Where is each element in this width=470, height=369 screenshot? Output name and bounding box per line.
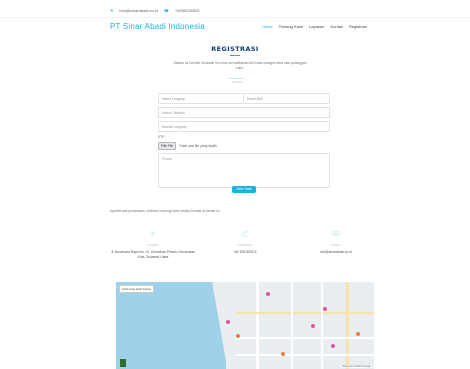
email-label: EMAIL: [331, 243, 341, 247]
message-field[interactable]: Pesan: [158, 153, 330, 188]
pegman-icon[interactable]: [120, 359, 126, 367]
contact-email: ✉ EMAIL info@sinarabadi.co.id: [291, 229, 381, 255]
nav-item-services[interactable]: Layanan: [309, 24, 324, 29]
map-sea: [116, 282, 226, 369]
brand-logo[interactable]: PT Sinar Abadi Indonesia: [110, 22, 205, 31]
phone-icon: ☎: [163, 8, 169, 13]
topbar-email[interactable]: info@sinarabadi.co.id: [119, 8, 158, 13]
phone-field[interactable]: Nomor Telepon: [158, 107, 330, 118]
map-pin-icon[interactable]: [281, 352, 285, 356]
nav-item-home[interactable]: Home: [262, 24, 273, 29]
envelope-icon: ✉: [110, 8, 114, 13]
nav-item-about[interactable]: Tentang Kami: [279, 24, 303, 29]
topbar-divider: [0, 17, 470, 18]
title-underline: [230, 55, 240, 56]
map-attribution: Data peta ©2024 Google: [341, 365, 372, 368]
phone-label: TELEPON: [237, 243, 252, 247]
map-pin-icon[interactable]: [266, 292, 270, 296]
phone-icon: ✆: [241, 229, 249, 239]
map-road: [236, 354, 374, 356]
map-road: [236, 337, 374, 339]
embedded-map[interactable]: Lihat peta lebih besar Data peta ©2024 G…: [116, 282, 374, 369]
intro-text: Silakan isi formulir di bawah ini untuk …: [173, 61, 307, 70]
intro-divider: [229, 78, 245, 79]
map-pin-icon[interactable]: [331, 344, 335, 348]
address-label: ALAMAT: [147, 243, 159, 247]
nav-item-registration[interactable]: Registrasi: [349, 24, 367, 29]
topbar-phone[interactable]: +6285255525: [175, 8, 200, 13]
map-pin-icon[interactable]: [236, 334, 240, 338]
file-input[interactable]: Pilih File Tidak ada file yang dipilih: [158, 142, 330, 150]
nav-item-contact[interactable]: Kontak: [331, 24, 343, 29]
map-pin-icon[interactable]: [356, 332, 360, 336]
address-field[interactable]: Alamat Lengkap: [158, 121, 330, 132]
main-nav: Home Tentang Kami Layanan Kontak Registr…: [262, 24, 367, 29]
address-value: Jl. Boulevard Raya No. 12, Kelurahan Pes…: [110, 250, 196, 259]
file-label: KTP: [158, 135, 165, 139]
intro-caption: Isi data: [232, 80, 242, 84]
phone-value[interactable]: +62 852 5552 5: [200, 250, 290, 255]
email-value[interactable]: info@sinarabadi.co.id: [291, 250, 381, 255]
choose-file-button[interactable]: Pilih File: [158, 142, 177, 150]
map-road: [236, 312, 374, 314]
map-pin-icon[interactable]: [311, 324, 315, 328]
submit-button[interactable]: Kirim Data: [232, 186, 256, 193]
contact-note: Apabila ada pertanyaan, silahkan hubungi…: [110, 209, 221, 213]
email-field[interactable]: Email Aktif: [244, 93, 330, 104]
registration-form: Nama Lengkap Email Aktif Nomor Telepon A…: [158, 93, 330, 188]
name-field[interactable]: Nama Lengkap: [158, 93, 244, 104]
contact-address: ⌖ ALAMAT Jl. Boulevard Raya No. 12, Kelu…: [108, 229, 198, 259]
map-pin-icon[interactable]: [226, 320, 230, 324]
envelope-icon: ✉: [332, 229, 340, 239]
map-view-larger-link[interactable]: Lihat peta lebih besar: [119, 285, 154, 293]
map-marker-icon: ⌖: [150, 229, 156, 239]
file-status: Tidak ada file yang dipilih: [179, 144, 217, 148]
map-pin-icon[interactable]: [323, 307, 327, 311]
contact-phone: ✆ TELEPON +62 852 5552 5: [200, 229, 290, 255]
page-title: REGISTRASI: [211, 45, 259, 53]
